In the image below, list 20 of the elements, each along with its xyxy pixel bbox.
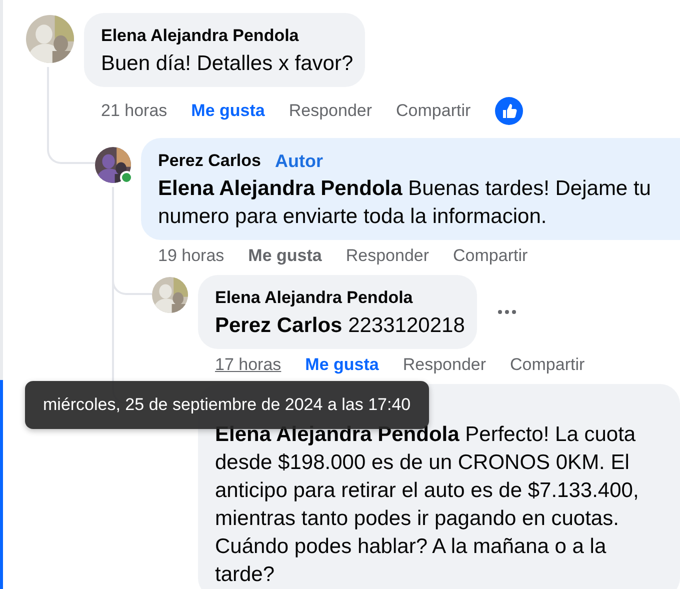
author-label: Autor: [275, 150, 323, 172]
reply-button[interactable]: Responder: [288, 101, 372, 121]
comment-text: Perez Carlos 2233120218: [215, 313, 465, 339]
reply-button[interactable]: Responder: [402, 355, 486, 375]
share-button[interactable]: Compartir: [453, 246, 528, 266]
author-name[interactable]: Elena Alejandra Pendola: [101, 26, 299, 46]
reply-button[interactable]: Responder: [346, 246, 430, 266]
timestamp-link[interactable]: 21 horas: [101, 101, 168, 121]
share-button[interactable]: Compartir: [510, 355, 585, 375]
like-button[interactable]: Me gusta: [191, 101, 265, 121]
comment-text: Buen día! Detalles x favor?: [101, 51, 354, 77]
comment-text: Elena Alejandra Pendola Buenas tardes! Dejame tu numero para enviarte toda la informacion.: [158, 176, 652, 230]
share-button[interactable]: Compartir: [396, 101, 471, 121]
timestamp-link[interactable]: 17 horas: [215, 355, 282, 375]
like-button[interactable]: Me gusta: [248, 246, 322, 266]
like-button[interactable]: Me gusta: [305, 355, 379, 375]
author-name[interactable]: Perez Carlos: [158, 151, 261, 171]
timestamp-link[interactable]: 19 horas: [158, 246, 224, 266]
more-options-icon: [496, 309, 517, 315]
author-name[interactable]: Elena Alejandra Pendola: [215, 288, 413, 308]
